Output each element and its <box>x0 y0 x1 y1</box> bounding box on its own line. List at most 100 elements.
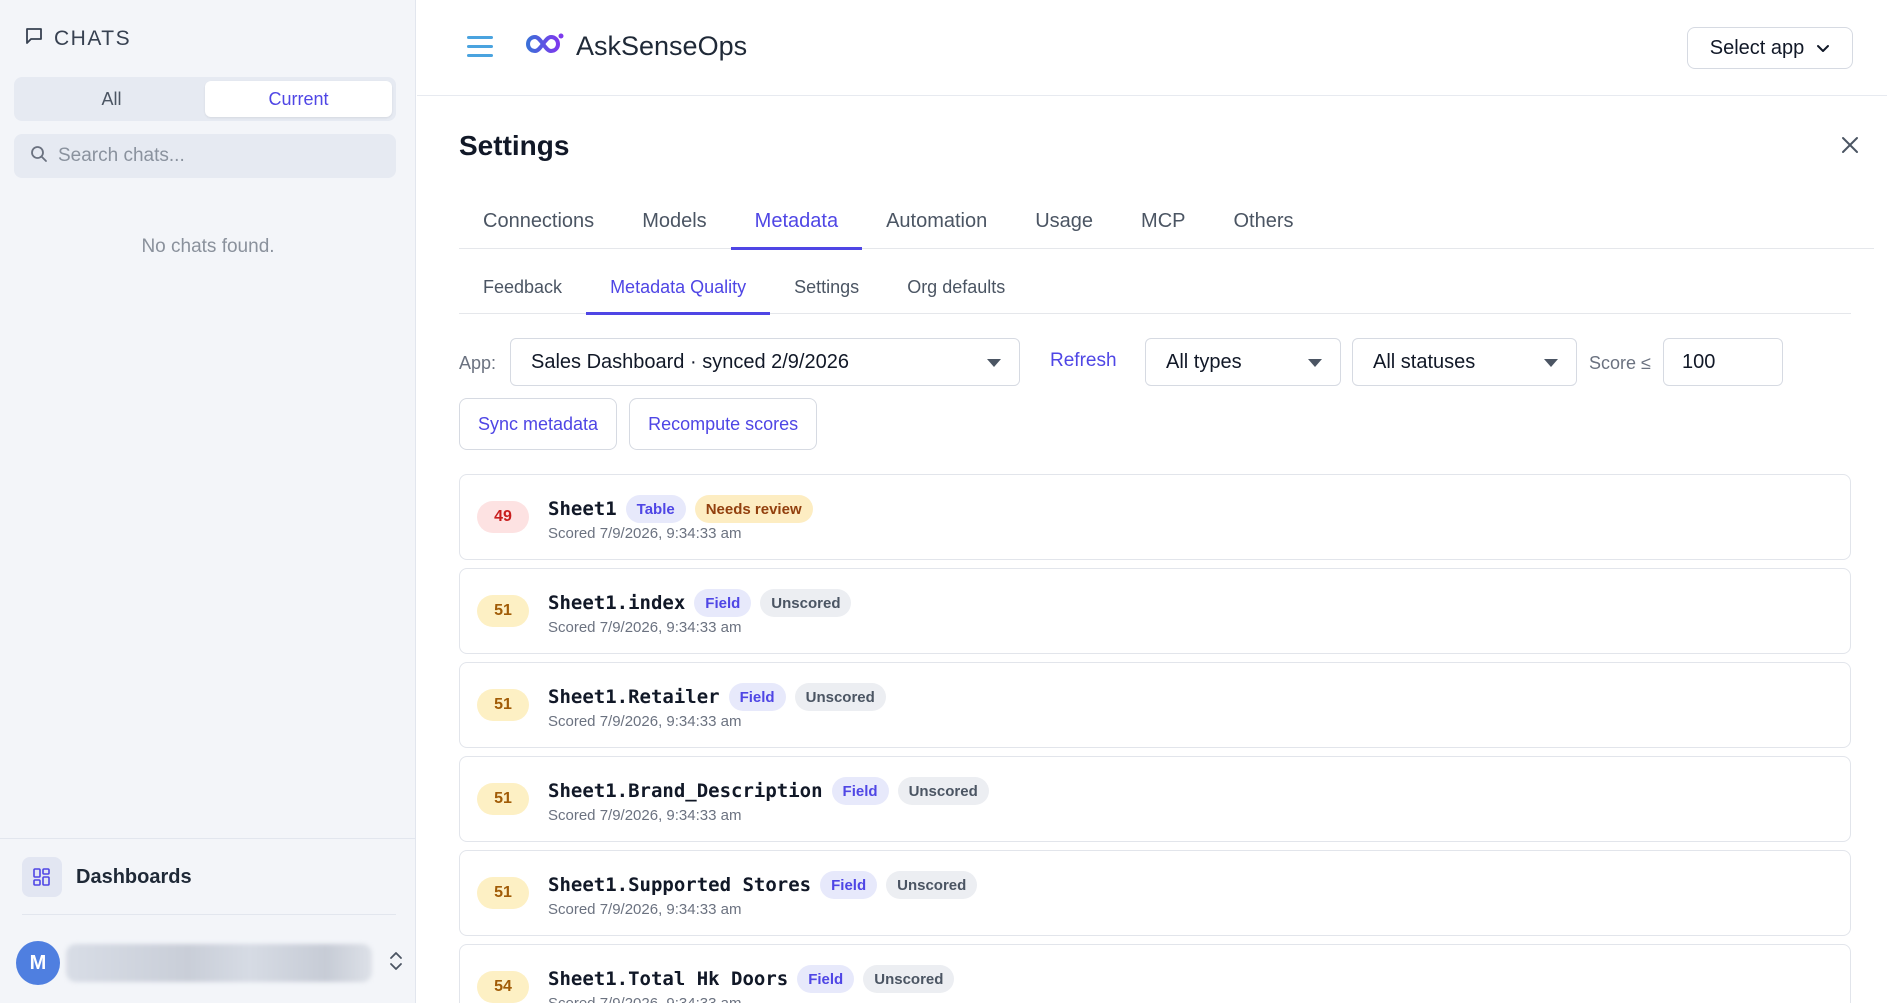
page-title: Settings <box>459 130 570 161</box>
tab-models[interactable]: Models <box>618 198 730 249</box>
score-threshold-input[interactable] <box>1663 338 1783 386</box>
search-icon <box>30 145 48 168</box>
subtab-org-defaults[interactable]: Org defaults <box>883 267 1029 314</box>
action-buttons: Sync metadata Recompute scores <box>459 398 818 450</box>
sidebar-divider <box>0 838 416 839</box>
metadata-item-list: 49 Sheet1 Table Needs review Scored 7/9/2026… <box>459 474 1851 1003</box>
tab-connections[interactable]: Connections <box>459 198 618 249</box>
sidebar-divider <box>22 914 396 915</box>
list-item[interactable]: 51 Sheet1.Brand_Description Field Unscored S… <box>459 756 1851 842</box>
subtab-settings[interactable]: Settings <box>770 267 883 314</box>
app-select-value: Sales Dashboard · synced 2/9/2026 <box>531 350 849 373</box>
app-name: AskSenseOps <box>576 31 748 61</box>
list-item[interactable]: 51 Sheet1.index Field Unscored Scored 7/9/20… <box>459 568 1851 654</box>
item-name: Sheet1.index <box>548 592 686 614</box>
status-badge: Needs review <box>694 495 813 523</box>
empty-chats-message: No chats found. <box>141 236 275 257</box>
sidebar-header: CHATS <box>24 26 131 51</box>
score-badge: 51 <box>477 595 529 627</box>
status-badge: Unscored <box>886 871 978 899</box>
item-name: Sheet1.Supported Stores <box>548 874 812 896</box>
type-badge: Field <box>797 965 855 993</box>
metadata-subtabs: Feedback Metadata Quality Settings Org d… <box>459 267 1851 315</box>
infinity-logo-icon <box>522 30 566 63</box>
tab-others[interactable]: Others <box>1210 198 1318 249</box>
item-name: Sheet1 <box>548 498 617 520</box>
dashboard-grid-icon <box>22 857 62 897</box>
avatar: M <box>16 941 60 985</box>
score-badge: 51 <box>477 783 529 815</box>
app-filter-label: App: <box>459 353 497 373</box>
type-badge: Field <box>831 777 889 805</box>
caret-down-icon <box>987 359 1001 367</box>
type-filter-value: All types <box>1166 350 1242 373</box>
list-item[interactable]: 51 Sheet1.Supported Stores Field Unscored Sc… <box>459 850 1851 936</box>
app-select[interactable]: Sales Dashboard · synced 2/9/2026 <box>510 338 1020 386</box>
filter-bar: App: Sales Dashboard · synced 2/9/2026 R… <box>459 338 1879 388</box>
caret-down-icon <box>1308 359 1322 367</box>
status-badge: Unscored <box>760 589 852 617</box>
dashboards-label: Dashboards <box>76 865 192 888</box>
scored-timestamp: Scored 7/9/2026, 9:34:33 am <box>548 525 742 542</box>
item-title-row: Sheet1.Supported Stores Field Unscored <box>548 871 978 899</box>
close-icon[interactable] <box>1840 135 1860 160</box>
type-badge: Field <box>694 589 752 617</box>
select-app-dropdown[interactable]: Select app <box>1687 27 1853 69</box>
tab-metadata[interactable]: Metadata <box>730 198 863 250</box>
filter-all-button[interactable]: All <box>18 81 205 117</box>
tab-usage[interactable]: Usage <box>1011 198 1117 249</box>
score-badge: 51 <box>477 689 529 721</box>
user-name-redacted <box>66 944 372 982</box>
item-title-row: Sheet1.Retailer Field Unscored <box>548 683 886 711</box>
tab-mcp[interactable]: MCP <box>1117 198 1209 249</box>
score-badge: 51 <box>477 877 529 909</box>
scored-timestamp: Scored 7/9/2026, 9:34:33 am <box>548 901 742 918</box>
refresh-link[interactable]: Refresh <box>1050 350 1117 372</box>
list-item[interactable]: 49 Sheet1 Table Needs review Scored 7/9/2026… <box>459 474 1851 560</box>
status-badge: Unscored <box>897 777 989 805</box>
subtab-metadata-quality[interactable]: Metadata Quality <box>586 267 771 315</box>
filter-current-button[interactable]: Current <box>205 81 392 117</box>
hamburger-menu-icon[interactable] <box>467 36 495 58</box>
chat-search-box <box>14 134 396 178</box>
list-item[interactable]: 54 Sheet1.Total Hk Doors Field Unscored Scor… <box>459 944 1851 1003</box>
scored-timestamp: Scored 7/9/2026, 9:34:33 am <box>548 995 741 1003</box>
status-filter-select[interactable]: All statuses <box>1352 338 1577 386</box>
chat-sidebar: CHATS All Current No chats found. Dashbo… <box>0 0 416 1003</box>
status-filter-value: All statuses <box>1373 350 1476 373</box>
caret-down-icon <box>1544 359 1558 367</box>
brand: AskSenseOps <box>522 30 747 63</box>
item-title-row: Sheet1.Brand_Description Field Unscored <box>548 777 989 805</box>
subtab-feedback[interactable]: Feedback <box>459 267 586 314</box>
type-badge: Field <box>728 683 786 711</box>
list-item[interactable]: 51 Sheet1.Retailer Field Unscored Scored 7/9… <box>459 662 1851 748</box>
chevron-down-icon <box>1816 37 1830 60</box>
chat-search-input[interactable] <box>58 145 378 167</box>
sync-metadata-button[interactable]: Sync metadata <box>459 398 618 450</box>
select-app-label: Select app <box>1709 36 1805 59</box>
dashboards-link[interactable]: Dashboards <box>22 857 192 897</box>
app-root: CHATS All Current No chats found. Dashbo… <box>0 0 1887 1005</box>
item-name: Sheet1.Total Hk Doors <box>548 968 789 990</box>
tab-automation[interactable]: Automation <box>862 198 1011 249</box>
score-badge: 49 <box>477 501 529 533</box>
settings-tabs: Connections Models Metadata Automation U… <box>459 198 1874 250</box>
item-title-row: Sheet1.Total Hk Doors Field Unscored <box>548 965 955 993</box>
type-badge: Field <box>820 871 878 899</box>
score-badge: 54 <box>477 971 529 1003</box>
scored-timestamp: Scored 7/9/2026, 9:34:33 am <box>548 713 742 730</box>
recompute-scores-button[interactable]: Recompute scores <box>629 398 818 450</box>
chat-bubble-icon <box>24 26 44 51</box>
top-bar: AskSenseOps Select app <box>417 0 1887 96</box>
item-title-row: Sheet1 Table Needs review <box>548 495 813 523</box>
sidebar-title: CHATS <box>54 26 132 50</box>
chevron-updown-icon <box>388 950 404 977</box>
status-badge: Unscored <box>863 965 955 993</box>
type-filter-select[interactable]: All types <box>1145 338 1341 386</box>
scored-timestamp: Scored 7/9/2026, 9:34:33 am <box>548 807 742 824</box>
status-badge: Unscored <box>794 683 886 711</box>
item-name: Sheet1.Brand_Description <box>548 780 823 802</box>
scored-timestamp: Scored 7/9/2026, 9:34:33 am <box>548 619 742 636</box>
user-menu[interactable]: M <box>16 941 404 985</box>
score-filter-label: Score ≤ <box>1589 353 1651 373</box>
